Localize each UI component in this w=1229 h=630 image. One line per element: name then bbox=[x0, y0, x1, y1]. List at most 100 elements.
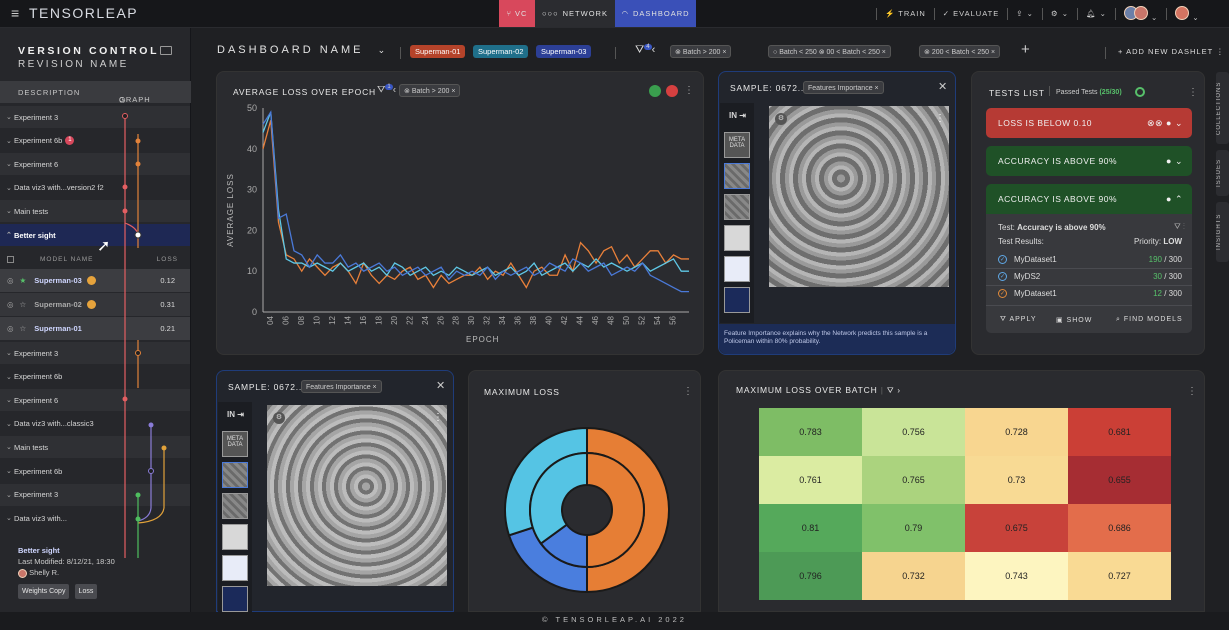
model-tag-superman-01[interactable]: Superman-01 bbox=[410, 45, 466, 58]
heatmap-cell[interactable]: 0.675 bbox=[965, 504, 1068, 552]
heatmap-cell[interactable]: 0.681 bbox=[1068, 408, 1171, 456]
test-result-row[interactable]: ✓ MyDS2 30 / 300 bbox=[986, 269, 1192, 286]
test-result-row[interactable]: ✓ MyDataset1 190 / 300 bbox=[986, 252, 1192, 269]
sample-title-bottom: SAMPLE: 0672... bbox=[228, 382, 306, 392]
train-button[interactable]: ⚡ TRAIN bbox=[885, 9, 926, 18]
total-count: / 300 bbox=[1161, 255, 1182, 264]
loss-filter-chip[interactable]: ⊗ Batch > 200 × bbox=[399, 84, 461, 97]
team-avatars[interactable]: ⌄ bbox=[1123, 5, 1158, 22]
heatmap-cell[interactable]: 0.727 bbox=[1068, 552, 1171, 600]
waveform-thumb[interactable] bbox=[724, 287, 750, 313]
tests-menu-icon[interactable]: ⋮ bbox=[1188, 87, 1198, 98]
add-dashlet-button[interactable]: + ADD NEW DASHLET ⋮ bbox=[1118, 47, 1225, 56]
tab-issues[interactable]: ISSUES bbox=[1216, 150, 1229, 196]
test-loss-below[interactable]: LOSS IS BELOW 0.10 ⊗⊗ ● ⌄ bbox=[986, 108, 1192, 138]
heatmap-cell[interactable]: 0.73 bbox=[965, 456, 1068, 504]
heatmap-cell[interactable]: 0.81 bbox=[759, 504, 862, 552]
heatmap-cell[interactable]: 0.765 bbox=[862, 456, 965, 504]
vc-button[interactable]: ⑂ VC bbox=[499, 0, 535, 27]
close-icon[interactable]: ✕ bbox=[938, 80, 947, 93]
thumbnail-column: IN ⇥ META DATA bbox=[720, 103, 754, 323]
numbers-thumb[interactable] bbox=[724, 256, 750, 282]
close-icon-bottom[interactable]: ✕ bbox=[436, 379, 445, 392]
model-tag-superman-02[interactable]: Superman-02 bbox=[473, 45, 529, 58]
image-settings-icon[interactable]: ⚙ bbox=[775, 113, 787, 125]
loss-line-chart: 0 10 20 30 40 50 04 06 08 10 12 14 16 18 20 22 24 26 28 30 3… bbox=[226, 103, 689, 344]
numbers-thumb-b[interactable] bbox=[222, 555, 248, 581]
meta-data-thumb[interactable]: META DATA bbox=[724, 132, 750, 158]
sample-image bbox=[769, 106, 949, 287]
heatmap-grid: 0.783 0.756 0.728 0.681 0.761 0.765 0.73 0.655 0… bbox=[759, 408, 1174, 605]
x-tick-label: 06 bbox=[281, 315, 290, 324]
show-button[interactable]: ▣ SHOW bbox=[1056, 316, 1092, 324]
document-thumb[interactable] bbox=[724, 225, 750, 251]
meta-data-thumb-bottom[interactable]: META DATA bbox=[222, 431, 248, 457]
bell-icon[interactable]: 🔔︎ ⌄ bbox=[1086, 9, 1107, 18]
tab-insights[interactable]: INSIGHTS bbox=[1216, 202, 1229, 262]
texture-thumb-1[interactable] bbox=[724, 163, 750, 189]
heatmap-cell[interactable]: 0.756 bbox=[862, 408, 965, 456]
image-settings-icon-bottom[interactable]: ⚙ bbox=[273, 412, 285, 424]
heatmap-cell[interactable]: 0.686 bbox=[1068, 504, 1171, 552]
green-status-icon[interactable] bbox=[649, 85, 661, 97]
heatmap-cell[interactable]: 0.655 bbox=[1068, 456, 1171, 504]
max-loss-donut-chart bbox=[504, 426, 670, 594]
heatmap-cell[interactable]: 0.743 bbox=[965, 552, 1068, 600]
filter-chip-2[interactable]: ○ Batch < 250 ⊗ 00 < Batch < 250 × bbox=[768, 45, 891, 58]
loss-card-title: AVERAGE LOSS OVER EPOCH bbox=[233, 87, 376, 97]
heatmap-menu-icon[interactable]: ⋮ bbox=[1187, 386, 1197, 397]
test-filter-icon[interactable]: ⛛ ⋮ bbox=[1174, 222, 1185, 232]
network-button[interactable]: ○○○ NETWORK bbox=[535, 0, 615, 27]
texture-thumb-2[interactable] bbox=[724, 194, 750, 220]
image-menu-icon[interactable]: ⋮ bbox=[935, 113, 945, 124]
dashboard-button[interactable]: ◠ DASHBOARD bbox=[615, 0, 696, 27]
sample-title: SAMPLE: 0672... bbox=[730, 83, 808, 93]
filter-chip-3[interactable]: ⊗ 200 < Batch < 250 × bbox=[919, 45, 1001, 58]
user-avatar[interactable]: ⌄ bbox=[1175, 5, 1199, 22]
settings-icon[interactable]: ⚙ ⌄ bbox=[1051, 9, 1069, 18]
col-description[interactable]: DESCRIPTION bbox=[18, 88, 80, 97]
loss-filter-icon[interactable]: ⛛ 1 ‹ bbox=[377, 84, 396, 95]
input-label-bottom: IN ⇥ bbox=[227, 410, 244, 419]
upload-icon[interactable]: ⇪ ⌄ bbox=[1016, 9, 1034, 18]
apply-button[interactable]: ⛛ APPLY bbox=[1000, 316, 1037, 324]
heatmap-cell[interactable]: 0.783 bbox=[759, 408, 862, 456]
heatmap-cell[interactable]: 0.761 bbox=[759, 456, 862, 504]
evaluate-button[interactable]: ✓ EVALUATE bbox=[943, 9, 999, 18]
texture-thumb-b1[interactable] bbox=[222, 462, 248, 488]
hamburger-icon[interactable]: ≡ bbox=[11, 5, 25, 21]
find-models-button[interactable]: ⌕ FIND MODELS bbox=[1116, 316, 1183, 324]
test-accuracy-2[interactable]: ACCURACY IS ABOVE 90% ● ⌃ bbox=[986, 184, 1192, 214]
dashboard-name[interactable]: DASHBOARD NAME ⌄ bbox=[217, 44, 388, 56]
features-importance-tag-bottom[interactable]: Features Importance × bbox=[301, 380, 382, 393]
refresh-icon[interactable] bbox=[666, 85, 678, 97]
brand[interactable]: ≡ TENSORLEAP bbox=[11, 5, 138, 21]
filter-chip-1[interactable]: ⊗ Batch > 200 × bbox=[670, 45, 732, 58]
heatmap-cell[interactable]: 0.79 bbox=[862, 504, 965, 552]
texture-thumb-b2[interactable] bbox=[222, 493, 248, 519]
y-axis-label: AVERAGE LOSS bbox=[226, 173, 235, 247]
y-tick-label: 10 bbox=[247, 266, 257, 276]
chip-loss[interactable]: Loss bbox=[74, 584, 98, 599]
heatmap-cell[interactable]: 0.732 bbox=[862, 552, 965, 600]
loss-card-menu-icon[interactable]: ⋮ bbox=[684, 85, 694, 96]
document-thumb-b[interactable] bbox=[222, 524, 248, 550]
network-icon: ○○○ bbox=[542, 9, 559, 18]
features-importance-tag[interactable]: Features Importance × bbox=[803, 81, 884, 94]
x-tick-label: 50 bbox=[622, 315, 631, 324]
tab-collections[interactable]: COLLECTIONS bbox=[1216, 72, 1229, 144]
heatmap-cell[interactable]: 0.796 bbox=[759, 552, 862, 600]
input-label: IN ⇥ bbox=[729, 111, 746, 120]
collapse-sidebar-icon[interactable] bbox=[160, 46, 172, 55]
test-accuracy-1[interactable]: ACCURACY IS ABOVE 90% ● ⌄ bbox=[986, 146, 1192, 176]
add-filter-icon[interactable]: + bbox=[1021, 41, 1030, 58]
heatmap-cell[interactable]: 0.728 bbox=[965, 408, 1068, 456]
chip-weights-copy[interactable]: Weights Copy bbox=[18, 584, 70, 599]
test-avatar-icon: ● ⌄ bbox=[1166, 155, 1183, 166]
waveform-thumb-b[interactable] bbox=[222, 586, 248, 612]
model-tag-superman-03[interactable]: Superman-03 bbox=[536, 45, 592, 58]
image-menu-icon-bottom[interactable]: ⋮ bbox=[433, 412, 443, 423]
filter-icon[interactable]: ⛛ 4 ‹ bbox=[635, 44, 655, 57]
max-loss-menu-icon[interactable]: ⋮ bbox=[683, 386, 693, 397]
test-result-row[interactable]: ✓ MyDataset1 12 / 300 bbox=[986, 286, 1192, 303]
